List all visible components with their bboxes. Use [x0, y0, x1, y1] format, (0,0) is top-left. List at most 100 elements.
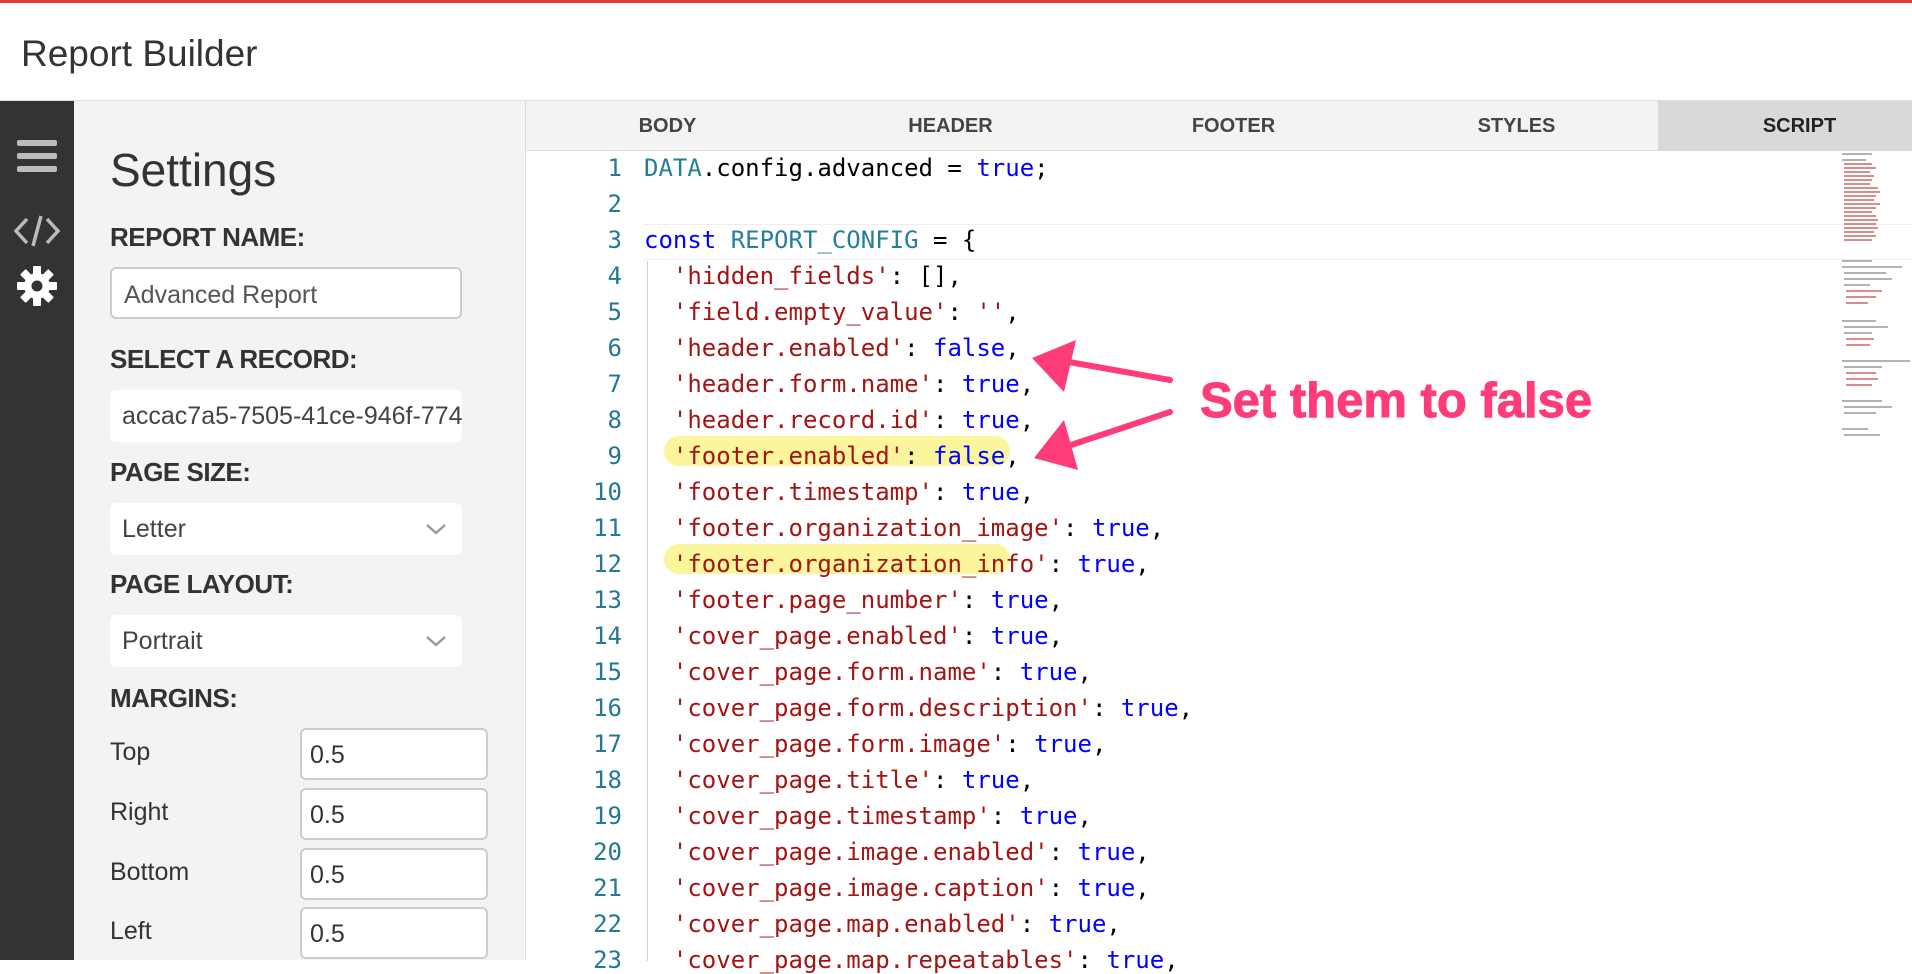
select-record-label: SELECT A RECORD:	[110, 344, 358, 374]
code-line: 'footer.timestamp': true,	[644, 478, 1034, 506]
code-token: true	[961, 766, 1020, 794]
annotation-text: Set them to false	[1199, 374, 1593, 429]
line-number: 19	[593, 802, 622, 830]
app-title: Report Builder	[21, 33, 258, 74]
page-size-select[interactable]: Letter	[110, 503, 462, 555]
margins-label: MARGINS:	[110, 683, 238, 713]
code-token: ,	[1019, 766, 1035, 794]
code-token: 'footer.enabled'	[672, 442, 905, 470]
code-line: 'footer.page_number': true,	[644, 586, 1063, 614]
line-number: 9	[607, 442, 622, 470]
code-token: true	[1077, 874, 1136, 902]
line-number: 17	[593, 730, 622, 758]
code-token: 'cover_page.timestamp'	[672, 802, 991, 830]
code-line: 'cover_page.form.image': true,	[644, 730, 1107, 758]
code-token: true	[1077, 838, 1136, 866]
code-line: 'cover_page.form.description': true,	[644, 694, 1193, 722]
code-token: true	[1120, 694, 1179, 722]
code-token: true	[990, 586, 1049, 614]
code-token: 'cover_page.enabled'	[672, 622, 962, 650]
code-token: ,	[1019, 370, 1035, 398]
code-token: 'cover_page.form.name'	[672, 658, 991, 686]
code-line: DATA.config.advanced = true;	[644, 154, 1049, 182]
code-token: ,	[1019, 406, 1035, 434]
settings-panel: Settings REPORT NAME: Advanced Report SE…	[74, 101, 526, 960]
code-token: true	[1019, 802, 1078, 830]
code-token: ,	[1178, 694, 1194, 722]
code-line-highlighted: 'footer.enabled': false,	[644, 442, 1020, 470]
code-token: ,	[1135, 838, 1150, 866]
code-token: true	[1034, 730, 1092, 758]
code-token: = {	[918, 226, 977, 254]
code-token: ,	[1005, 298, 1020, 326]
report-name-input[interactable]: Advanced Report	[110, 267, 462, 319]
code-line-highlighted: 'header.enabled': false,	[644, 334, 1020, 362]
code-token: 'header.record.id'	[672, 406, 933, 434]
tab-body[interactable]: BODY	[526, 101, 809, 151]
code-minimap[interactable]	[1832, 151, 1912, 960]
code-token: ,	[1005, 334, 1020, 362]
code-line: const REPORT_CONFIG = {	[644, 226, 976, 254]
page-layout-select[interactable]: Portrait	[110, 615, 462, 667]
code-line: 'cover_page.image.enabled': true,	[644, 838, 1150, 866]
code-token: :	[947, 298, 977, 326]
code-token: 'cover_page.image.enabled'	[672, 838, 1049, 866]
line-number: 21	[593, 874, 622, 902]
tab-footer[interactable]: FOOTER	[1092, 101, 1375, 151]
code-token: :	[961, 622, 991, 650]
margin-right-input[interactable]: 0.5	[300, 788, 488, 840]
hamburger-menu-icon[interactable]	[0, 121, 74, 191]
code-token: ''	[976, 298, 1006, 326]
settings-title: Settings	[110, 144, 277, 196]
code-token: 'cover_page.map.repeatables'	[672, 946, 1078, 974]
code-line: 'hidden_fields': [],	[644, 262, 962, 290]
margin-top-input[interactable]: 0.5	[300, 728, 488, 780]
code-token: ,	[1077, 802, 1092, 830]
code-token: 'cover_page.map.enabled'	[672, 910, 1020, 938]
code-line: 'cover_page.map.enabled': true,	[644, 910, 1121, 938]
code-token: 'footer.organization_info'	[672, 550, 1049, 578]
line-number: 23	[593, 946, 622, 974]
line-number: 5	[607, 298, 622, 326]
gear-icon[interactable]	[0, 251, 74, 321]
code-token: ,	[1149, 514, 1165, 542]
page-size-label: PAGE SIZE:	[110, 457, 251, 487]
line-number: 22	[593, 910, 622, 938]
code-line: 'footer.organization_image': true,	[644, 514, 1164, 542]
code-token: : [],	[889, 262, 962, 290]
line-number: 1	[607, 154, 622, 182]
line-number: 2	[607, 190, 622, 218]
code-token: :	[1091, 694, 1121, 722]
tab-script[interactable]: SCRIPT	[1658, 101, 1912, 151]
margin-left-input[interactable]: 0.5	[300, 907, 488, 959]
code-editor[interactable]: 1 DATA.config.advanced = true; 2 3 const REP…	[526, 151, 1912, 974]
code-token: ,	[1091, 730, 1107, 758]
line-number: 3	[607, 226, 622, 254]
code-token: DATA	[644, 154, 702, 182]
code-token: false	[933, 442, 1006, 470]
chevron-down-icon	[426, 636, 446, 647]
line-number: 16	[593, 694, 622, 722]
code-token: true	[1106, 946, 1165, 974]
code-token: 'footer.page_number'	[672, 586, 962, 614]
code-token: 'footer.organization_image'	[672, 514, 1064, 542]
select-record-dropdown[interactable]: accac7a5-7505-41ce-946f-774f...	[110, 390, 462, 442]
code-token: :	[904, 334, 933, 362]
tab-header[interactable]: HEADER	[809, 101, 1092, 151]
tab-styles[interactable]: STYLES	[1375, 101, 1658, 151]
page-layout-label: PAGE LAYOUT:	[110, 569, 294, 599]
margin-top-label: Top	[110, 738, 151, 766]
code-token: ,	[1164, 946, 1179, 974]
page-layout-value: Portrait	[122, 627, 203, 655]
code-token: :	[933, 370, 962, 398]
margin-bottom-input[interactable]: 0.5	[300, 848, 488, 900]
line-number: 11	[593, 514, 622, 542]
code-token: :	[1048, 874, 1078, 902]
code-token: ,	[1005, 442, 1020, 470]
